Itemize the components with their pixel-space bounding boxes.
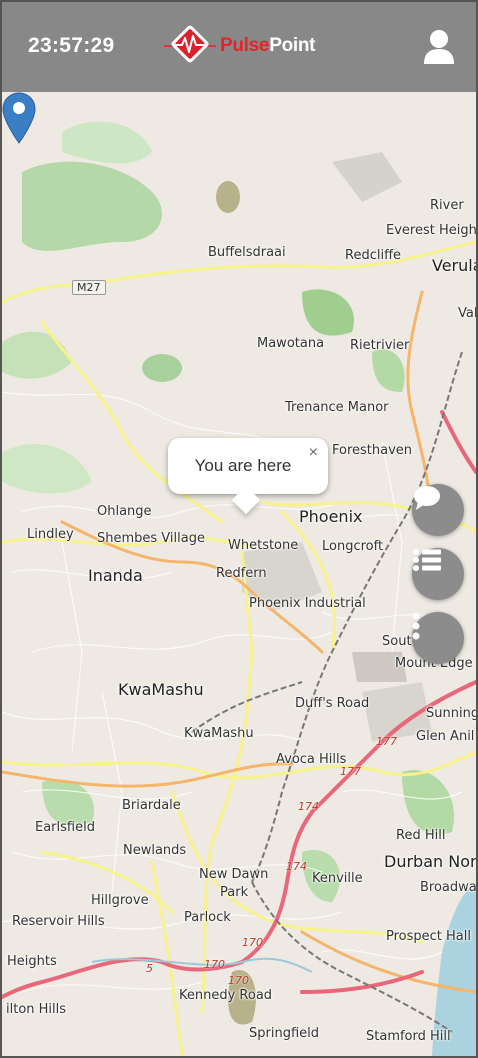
map-label-foresthaven: Foresthaven	[332, 443, 413, 458]
map-label-phoenix: Phoenix	[299, 507, 363, 526]
more-options-button[interactable]	[412, 612, 464, 664]
map-label-kwamashu-area: KwaMashu	[118, 680, 204, 699]
map-label-whetstone: Whetstone	[228, 538, 299, 553]
map-label-parlock: Parlock	[184, 910, 231, 925]
map-label-kwamashu: KwaMashu	[184, 726, 254, 741]
top-bar: 23:57:29 PulsePoint	[2, 2, 476, 92]
map-label-new-dawn-park-line2: Park	[220, 885, 249, 900]
map-label-buffelsdraai: Buffelsdraai	[208, 245, 286, 260]
more-vertical-icon	[412, 612, 420, 640]
map-label-broadway: Broadwa	[420, 880, 476, 895]
app-frame: 23:57:29 PulsePoint River Everest Height…	[0, 0, 478, 1058]
road-label-174: 174	[298, 800, 319, 813]
map-label-springfield: Springfield	[249, 1026, 320, 1041]
map-label-new-dawn-park: New Dawn	[199, 867, 269, 882]
brand-name-point: Point	[269, 35, 316, 56]
popup-close-icon[interactable]: ×	[309, 444, 318, 462]
map-label-durban-north: Durban Nor	[384, 852, 476, 871]
map-label-heights: Heights	[7, 954, 57, 969]
location-pin-icon[interactable]	[2, 92, 36, 144]
map-label-prospect-hall: Prospect Hall	[386, 929, 471, 944]
messages-button[interactable]	[412, 484, 464, 536]
road-label-174: 174	[286, 860, 307, 873]
road-label-5: 5	[146, 962, 153, 975]
map-label-trenance-manor: Trenance Manor	[285, 400, 389, 415]
road-label-170: 170	[228, 974, 249, 987]
map-label-kennedy-road: Kennedy Road	[179, 988, 273, 1003]
road-shield-m27: M27	[72, 280, 106, 295]
map-label-redfern: Redfern	[216, 566, 267, 581]
map-label-longcroft: Longcroft	[322, 539, 384, 554]
you-are-here-popup: You are here ×	[168, 438, 328, 515]
map-label-river: River	[430, 198, 464, 213]
map-label-glen-anil: Glen Anil	[416, 729, 475, 744]
map-label-newlands: Newlands	[123, 843, 187, 858]
user-icon[interactable]	[422, 28, 456, 66]
pulsepoint-logo-icon	[164, 25, 216, 63]
chat-bubble-icon	[414, 486, 440, 510]
road-label-177: 177	[376, 735, 397, 748]
map-label-rietrivier: Rietrivier	[350, 338, 410, 353]
map-label-shembes-village: Shembes Village	[97, 531, 205, 546]
map-label-south: Sout	[382, 634, 412, 649]
map-label-lindley: Lindley	[27, 527, 74, 542]
popup-text: You are here	[194, 456, 292, 475]
road-label-170: 170	[204, 958, 225, 971]
road-label-177: 177	[340, 765, 361, 778]
map-label-avoca-hills: Avoca Hills	[276, 752, 347, 767]
map-label-earlsfield: Earlsfield	[35, 820, 95, 835]
road-label-170: 170	[242, 936, 263, 949]
map-label-inanda: Inanda	[88, 566, 143, 585]
clock: 23:57:29	[28, 34, 115, 57]
map-label-verulam: Verula	[432, 256, 476, 275]
map-label-val: Val	[458, 306, 476, 321]
map-label-ohlange: Ohlange	[97, 504, 152, 519]
brand-name-pulse: Pulse	[220, 35, 270, 56]
map-label-red-hill: Red Hill	[396, 828, 446, 843]
map-label-phoenix-industrial: Phoenix Industrial	[249, 596, 366, 611]
map-label-hilton-hills: ilton Hills	[6, 1002, 67, 1017]
map-label-reservoir-hills: Reservoir Hills	[12, 914, 105, 929]
brand-logo: PulsePoint	[162, 24, 316, 68]
incident-list-button[interactable]	[412, 548, 464, 600]
map-view[interactable]: River Everest Height Buffelsdraai Redcli…	[2, 92, 476, 1056]
map-label-kenville: Kenville	[312, 871, 363, 886]
map-label-hillgrove: Hillgrove	[91, 893, 149, 908]
map-label-duffs-road: Duff's Road	[295, 696, 370, 711]
map-label-redcliffe: Redcliffe	[345, 248, 402, 263]
map-label-sunning: Sunning	[426, 706, 476, 721]
map-label-stamford-hill: Stamford Hill	[366, 1029, 451, 1044]
list-icon	[413, 549, 441, 571]
map-label-mawotana: Mawotana	[257, 336, 325, 351]
map-label-briardale: Briardale	[122, 798, 181, 813]
map-label-everest-heights: Everest Height	[386, 223, 476, 238]
